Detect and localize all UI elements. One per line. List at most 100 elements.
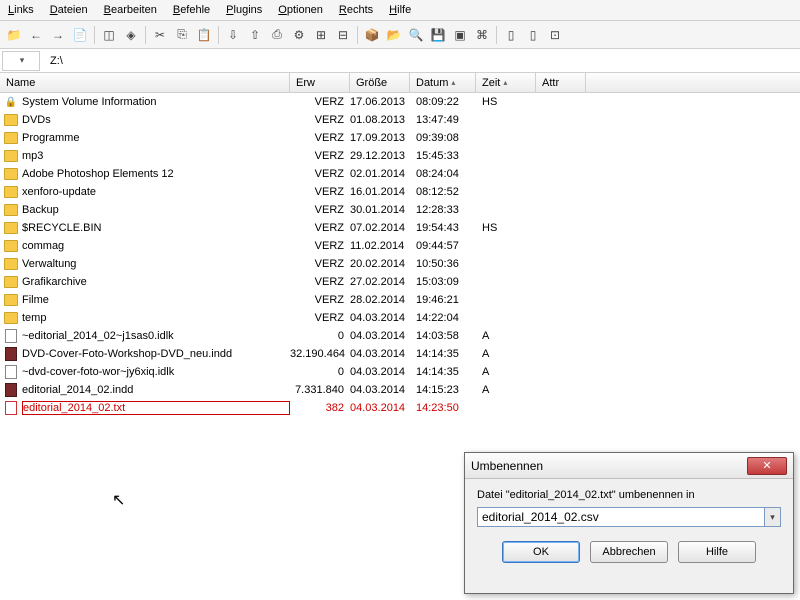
file-row[interactable]: $RECYCLE.BINVERZ07.02.201419:54:43HS [0, 219, 800, 237]
col-size[interactable]: Größe [350, 73, 410, 92]
file-row[interactable]: BackupVERZ30.01.201412:28:33 [0, 201, 800, 219]
toolbar-button[interactable]: 📂 [384, 25, 404, 45]
paste-icon[interactable]: 📋 [194, 25, 214, 45]
file-time: 14:15:23 [416, 384, 476, 396]
file-date: 17.09.2013 [350, 132, 416, 144]
file-name: Programme [22, 132, 290, 144]
menu-item[interactable]: Plugins [226, 4, 262, 16]
menu-item[interactable]: Rechts [339, 4, 373, 16]
file-size: VERZ [290, 204, 350, 216]
toolbar-button[interactable]: ⊡ [545, 25, 565, 45]
cancel-button[interactable]: Abbrechen [590, 541, 668, 563]
menu-item[interactable]: Hilfe [389, 4, 411, 16]
file-name: DVDs [22, 114, 290, 126]
file-time: 14:14:35 [416, 366, 476, 378]
toolbar-button[interactable]: ⊟ [333, 25, 353, 45]
menu-item[interactable]: Optionen [278, 4, 323, 16]
toolbar-button[interactable]: ▯ [501, 25, 521, 45]
ok-button[interactable]: OK [502, 541, 580, 563]
folder-icon [4, 257, 18, 271]
file-time: 14:23:50 [416, 402, 476, 414]
toolbar-button[interactable]: 🔍 [406, 25, 426, 45]
close-icon[interactable]: ✕ [747, 457, 787, 475]
toolbar-button[interactable]: ◫ [99, 25, 119, 45]
file-icon [4, 365, 18, 379]
file-row[interactable]: VerwaltungVERZ20.02.201410:50:36 [0, 255, 800, 273]
folder-icon [4, 203, 18, 217]
file-row[interactable]: tempVERZ04.03.201414:22:04 [0, 309, 800, 327]
toolbar-button[interactable]: ▯ [523, 25, 543, 45]
dialog-titlebar[interactable]: Umbenennen ✕ [465, 453, 793, 479]
rename-input[interactable] [477, 507, 765, 527]
toolbar-button[interactable]: ⚙ [289, 25, 309, 45]
column-headers: Name Erw Größe Datum▴ Zeit▴ Attr [0, 73, 800, 93]
file-size: VERZ [290, 312, 350, 324]
file-row[interactable]: ~dvd-cover-foto-wor~jy6xiq.idlk004.03.20… [0, 363, 800, 381]
col-date[interactable]: Datum▴ [410, 73, 476, 92]
file-row[interactable]: DVDsVERZ01.08.201313:47:49 [0, 111, 800, 129]
cut-icon[interactable]: ✂ [150, 25, 170, 45]
help-button[interactable]: Hilfe [678, 541, 756, 563]
dialog-title: Umbenennen [471, 459, 747, 473]
file-time: 14:14:35 [416, 348, 476, 360]
dropdown-icon[interactable]: ▾ [765, 507, 781, 527]
current-path[interactable]: Z:\ [46, 51, 800, 71]
toolbar-button[interactable]: ⌘ [472, 25, 492, 45]
file-date: 20.02.2014 [350, 258, 416, 270]
file-time: 08:24:04 [416, 168, 476, 180]
menu-item[interactable]: Bearbeiten [104, 4, 157, 16]
menu-item[interactable]: Befehle [173, 4, 210, 16]
file-row[interactable]: DVD-Cover-Foto-Workshop-DVD_neu.indd32.1… [0, 345, 800, 363]
toolbar-button[interactable]: ⇧ [245, 25, 265, 45]
menu-item[interactable]: Dateien [50, 4, 88, 16]
toolbar-button[interactable]: 📄 [70, 25, 90, 45]
toolbar-button[interactable]: ⎙ [267, 25, 287, 45]
col-erw[interactable]: Erw [290, 73, 350, 92]
folder-icon [4, 293, 18, 307]
folder-icon [4, 149, 18, 163]
file-date: 28.02.2014 [350, 294, 416, 306]
file-size: 32.190.464 [290, 348, 350, 360]
file-row[interactable]: xenforo-updateVERZ16.01.201408:12:52 [0, 183, 800, 201]
file-icon [4, 329, 18, 343]
file-date: 17.06.2013 [350, 96, 416, 108]
toolbar-button[interactable]: 📦 [362, 25, 382, 45]
file-date: 11.02.2014 [350, 240, 416, 252]
file-time: 14:22:04 [416, 312, 476, 324]
menu-item[interactable]: Links [8, 4, 34, 16]
toolbar-button[interactable]: ◈ [121, 25, 141, 45]
file-time: 09:44:57 [416, 240, 476, 252]
toolbar-button[interactable]: ▣ [450, 25, 470, 45]
file-attr: A [476, 330, 526, 342]
drive-selector[interactable] [2, 51, 40, 71]
file-row[interactable]: FilmeVERZ28.02.201419:46:21 [0, 291, 800, 309]
file-row[interactable]: mp3VERZ29.12.201315:45:33 [0, 147, 800, 165]
indd-icon [4, 383, 18, 397]
col-name[interactable]: Name [0, 73, 290, 92]
file-name: mp3 [22, 150, 290, 162]
file-row[interactable]: ProgrammeVERZ17.09.201309:39:08 [0, 129, 800, 147]
col-attr[interactable]: Attr [536, 73, 586, 92]
file-size: VERZ [290, 114, 350, 126]
copy-icon[interactable]: ⎘ [172, 25, 192, 45]
toolbar-button[interactable]: 💾 [428, 25, 448, 45]
file-row[interactable]: editorial_2014_02.indd7.331.84004.03.201… [0, 381, 800, 399]
toolbar-button[interactable]: ⇩ [223, 25, 243, 45]
file-name: DVD-Cover-Foto-Workshop-DVD_neu.indd [22, 348, 290, 360]
toolbar-button[interactable]: ⊞ [311, 25, 331, 45]
file-row[interactable]: ~editorial_2014_02~j1sas0.idlk004.03.201… [0, 327, 800, 345]
file-size: VERZ [290, 96, 350, 108]
col-time[interactable]: Zeit▴ [476, 73, 536, 92]
toolbar-button[interactable]: 📁 [4, 25, 24, 45]
file-row[interactable]: Adobe Photoshop Elements 12VERZ02.01.201… [0, 165, 800, 183]
file-row[interactable]: editorial_2014_02.txt38204.03.201414:23:… [0, 399, 800, 417]
toolbar-button[interactable]: → [48, 25, 68, 45]
mouse-cursor: ↖ [112, 490, 125, 510]
file-name: temp [22, 312, 290, 324]
file-row[interactable]: GrafikarchiveVERZ27.02.201415:03:09 [0, 273, 800, 291]
file-time: 10:50:36 [416, 258, 476, 270]
file-row[interactable]: System Volume InformationVERZ17.06.20130… [0, 93, 800, 111]
file-row[interactable]: commagVERZ11.02.201409:44:57 [0, 237, 800, 255]
menubar: Links Dateien Bearbeiten Befehle Plugins Opti… [0, 0, 800, 21]
toolbar-button[interactable]: ← [26, 25, 46, 45]
